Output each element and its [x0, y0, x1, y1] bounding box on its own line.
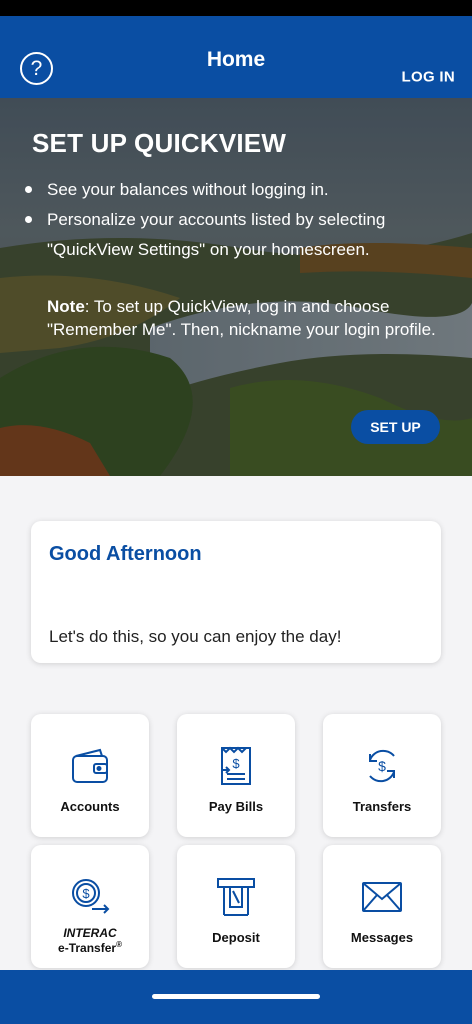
wallet-icon: [72, 748, 108, 783]
setup-button[interactable]: SET UP: [351, 410, 440, 444]
transfer-icon: $: [369, 749, 395, 783]
etransfer-icon: $: [72, 879, 110, 914]
login-button[interactable]: LOG IN: [402, 69, 455, 86]
tile-transfers[interactable]: $ Transfers: [323, 714, 441, 837]
tile-label: Messages: [350, 930, 414, 945]
svg-text:$: $: [82, 886, 90, 901]
tile-messages[interactable]: Messages: [323, 845, 441, 968]
svg-text:$: $: [378, 758, 386, 774]
banner-bullets: See your balances without logging in. Pe…: [25, 175, 440, 265]
greeting-card: Good Afternoon Let's do this, so you can…: [31, 521, 441, 663]
help-button[interactable]: ?: [20, 52, 53, 85]
status-bar: [0, 0, 472, 16]
tile-label: Transfers: [352, 799, 412, 814]
tile-deposit[interactable]: Deposit: [177, 845, 295, 968]
bullet-item: See your balances without logging in.: [25, 175, 440, 205]
tile-label: Pay Bills: [208, 799, 264, 814]
tile-pay-bills[interactable]: $ Pay Bills: [177, 714, 295, 837]
quick-action-grid: Accounts $ Pay Bills $ Transfers $ INTER…: [31, 714, 441, 968]
tile-label: INTERAC e-Transfer®: [58, 927, 122, 954]
home-indicator[interactable]: [152, 994, 320, 999]
interac-word: INTERAC: [63, 926, 117, 940]
greeting-title: Good Afternoon: [49, 543, 202, 565]
bottom-bar: [0, 970, 472, 1024]
etransfer-word: e-Transfer: [58, 941, 117, 955]
note-label: Note: [47, 297, 85, 316]
bullet-item: Personalize your accounts listed by sele…: [25, 205, 440, 265]
tile-label: Accounts: [60, 799, 120, 814]
atm-icon: [217, 878, 255, 916]
tile-accounts[interactable]: Accounts: [31, 714, 149, 837]
banner-title: SET UP QUICKVIEW: [32, 128, 287, 158]
registered-mark: ®: [116, 940, 122, 949]
page-title: Home: [206, 48, 266, 71]
quickview-banner: SET UP QUICKVIEW See your balances witho…: [0, 98, 472, 476]
banner-note: Note: To set up QuickView, log in and ch…: [32, 295, 440, 341]
app-header: ? Home LOG IN: [0, 16, 472, 98]
bill-icon: $: [221, 746, 251, 785]
greeting-subtitle: Let's do this, so you can enjoy the day!: [49, 627, 342, 646]
note-text: : To set up QuickView, log in and choose…: [47, 297, 436, 339]
tile-label: Deposit: [212, 930, 260, 945]
tile-interac-etransfer[interactable]: $ INTERAC e-Transfer®: [31, 845, 149, 968]
envelope-icon: [362, 882, 402, 912]
svg-text:$: $: [232, 756, 240, 771]
